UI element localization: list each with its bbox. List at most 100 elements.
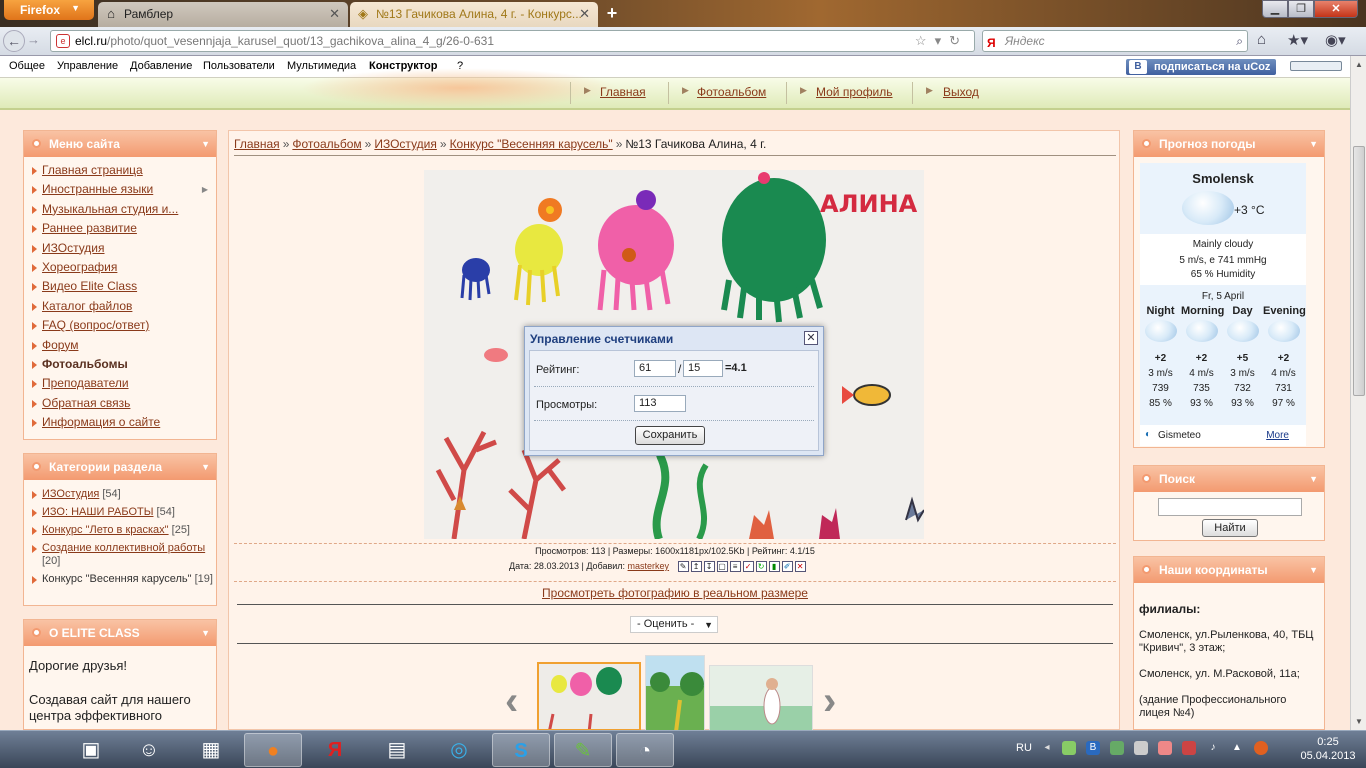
category-item[interactable]: Конкурс "Лето в красках" [25] bbox=[24, 524, 216, 537]
scroll-down-icon[interactable]: ▼ bbox=[1355, 717, 1363, 726]
rating-votes-input[interactable]: 15 bbox=[683, 360, 723, 377]
refresh-icon[interactable]: ↻ bbox=[755, 561, 767, 573]
chevron-down-icon[interactable]: ▼ bbox=[1309, 466, 1318, 492]
menu-item-art-studio[interactable]: ИЗОстудия bbox=[24, 239, 216, 258]
menu-item-feedback[interactable]: Обратная связь bbox=[24, 394, 216, 413]
category-item[interactable]: Создание коллективной работы [20] bbox=[24, 542, 216, 568]
yandex-icon[interactable]: Я bbox=[306, 733, 364, 767]
minimize-button[interactable]: ▁ bbox=[1262, 0, 1288, 18]
back-button[interactable]: ← bbox=[3, 30, 25, 52]
new-tab-button[interactable]: + bbox=[601, 4, 623, 24]
bookmark-star-icon[interactable]: ☆ bbox=[915, 33, 935, 48]
menu-item-site-info[interactable]: Информация о сайте bbox=[24, 413, 216, 432]
menu-item-label[interactable]: Каталог файлов bbox=[42, 299, 132, 313]
menu-item-label[interactable]: Главная страница bbox=[42, 163, 143, 177]
weather-more-link[interactable]: More bbox=[1266, 430, 1289, 441]
scroll-up-icon[interactable]: ▲ bbox=[1355, 60, 1363, 69]
ucoz-menu-general[interactable]: Общее bbox=[9, 60, 45, 72]
menu-item-home[interactable]: Главная страница bbox=[24, 161, 216, 180]
skype-icon[interactable]: S bbox=[492, 733, 550, 767]
author-link[interactable]: masterkey bbox=[628, 561, 670, 571]
volume-icon[interactable]: ♪ bbox=[1206, 741, 1220, 755]
views-input[interactable]: 113 bbox=[634, 395, 686, 412]
chevron-down-icon[interactable]: ▼ bbox=[201, 454, 210, 480]
vk-tray-icon[interactable]: B bbox=[1086, 741, 1100, 755]
category-item[interactable]: ИЗО: НАШИ РАБОТЫ [54] bbox=[24, 506, 216, 519]
menu-item-photoalbums[interactable]: Фотоальбомы bbox=[24, 355, 216, 374]
tray-app-icon[interactable] bbox=[1110, 741, 1124, 755]
tray-app-icon[interactable] bbox=[1254, 741, 1268, 755]
menu-item-label[interactable]: ИЗОстудия bbox=[42, 241, 105, 255]
search-icon[interactable]: ⌕ bbox=[1236, 31, 1243, 51]
category-item[interactable]: ИЗОстудия [54] bbox=[24, 488, 216, 501]
scrollbar-thumb[interactable] bbox=[1353, 146, 1365, 396]
language-indicator[interactable]: RU bbox=[1016, 742, 1032, 754]
weather-provider[interactable]: Gismeteo bbox=[1158, 430, 1201, 441]
maximize-button[interactable]: ❐ bbox=[1288, 0, 1314, 18]
nav-home[interactable]: Главная bbox=[600, 85, 646, 99]
category-item[interactable]: Конкурс "Весенняя карусель" [19] bbox=[24, 573, 216, 586]
window-close-button[interactable]: ✕ bbox=[1314, 0, 1358, 18]
menu-item-faq[interactable]: FAQ (вопрос/ответ) bbox=[24, 316, 216, 335]
rate-select[interactable]: - Оценить - ▼ bbox=[630, 616, 718, 633]
url-actions[interactable]: ☆▾↻ bbox=[915, 31, 968, 51]
prev-arrow-icon[interactable]: ‹ bbox=[505, 681, 518, 721]
ucoz-menu-manage[interactable]: Управление bbox=[57, 60, 118, 72]
nav-photoalbum[interactable]: Фотоальбом bbox=[697, 85, 766, 99]
addon-icon[interactable]: ◉▾ bbox=[1325, 31, 1346, 49]
delete-icon[interactable]: ✕ bbox=[794, 561, 806, 573]
firefox-icon[interactable]: ● bbox=[244, 733, 302, 767]
move-icon[interactable]: ↥ bbox=[690, 561, 702, 573]
bookmarks-icon[interactable]: ★▾ bbox=[1287, 31, 1308, 49]
ucoz-menu-users[interactable]: Пользователи bbox=[203, 60, 275, 72]
menu-item-forum[interactable]: Форум bbox=[24, 336, 216, 355]
tray-app-icon[interactable] bbox=[1062, 741, 1076, 755]
close-icon[interactable]: ✕ bbox=[804, 331, 818, 345]
breadcrumb-home[interactable]: Главная bbox=[234, 137, 280, 151]
close-icon[interactable]: ✕ bbox=[579, 6, 590, 22]
menu-item-early-dev[interactable]: Раннее развитие bbox=[24, 219, 216, 238]
menu-item-languages[interactable]: Иностранные языки ▶ bbox=[24, 180, 216, 199]
camera-icon[interactable]: ▣ bbox=[62, 733, 120, 767]
apple-icon[interactable] bbox=[4, 733, 62, 767]
breadcrumb-photoalbum[interactable]: Фотоальбом bbox=[292, 137, 361, 151]
next-arrow-icon[interactable]: › bbox=[823, 681, 836, 721]
category-label[interactable]: ИЗО: НАШИ РАБОТЫ bbox=[42, 506, 153, 518]
chart-icon[interactable]: ▮ bbox=[768, 561, 780, 573]
breadcrumb-art-studio[interactable]: ИЗОстудия bbox=[374, 137, 437, 151]
subscribe-button[interactable]: Bподписаться на uCoz bbox=[1126, 59, 1276, 75]
tray-app-icon[interactable] bbox=[1158, 741, 1172, 755]
thumbnail[interactable] bbox=[709, 665, 813, 731]
address-bar[interactable]: e elcl.ru/photo/quot_vesennjaja_karusel_… bbox=[50, 30, 975, 52]
thumbnail[interactable] bbox=[645, 655, 705, 731]
finder-icon[interactable]: ☺ bbox=[120, 733, 178, 767]
chevron-down-icon[interactable]: ▾ bbox=[935, 33, 950, 48]
clock[interactable]: 0:25 05.04.2013 bbox=[1298, 735, 1358, 763]
nav-profile[interactable]: Мой профиль bbox=[816, 85, 893, 99]
video-icon[interactable]: ▤ bbox=[368, 733, 426, 767]
close-icon[interactable]: ✕ bbox=[329, 6, 340, 22]
dashboard-icon[interactable]: ◔ bbox=[616, 733, 674, 767]
firefox-menu-button[interactable]: Firefox ▼ bbox=[4, 0, 94, 20]
menu-item-label[interactable]: Преподаватели bbox=[42, 376, 129, 390]
copy-icon[interactable]: ▢ bbox=[716, 561, 728, 573]
menu-item-label[interactable]: Иностранные языки bbox=[42, 182, 153, 196]
chevron-down-icon[interactable]: ▼ bbox=[1309, 557, 1318, 583]
stats-icon[interactable]: ≡ bbox=[729, 561, 741, 573]
menu-item-label[interactable]: Раннее развитие bbox=[42, 221, 137, 235]
tab-current[interactable]: ◈ №13 Гачикова Алина, 4 г. - Конкурс... … bbox=[350, 2, 598, 27]
menu-item-label[interactable]: Музыкальная студия и... bbox=[42, 202, 178, 216]
page-scrollbar[interactable]: ▲ ▼ bbox=[1350, 56, 1366, 730]
chevron-down-icon[interactable]: ▼ bbox=[1309, 131, 1318, 157]
search-bar[interactable]: Я Яндекс ⌕ bbox=[982, 30, 1248, 52]
category-label[interactable]: Конкурс "Весенняя карусель" bbox=[42, 573, 192, 585]
menu-item-label[interactable]: Видео Elite Class bbox=[42, 279, 137, 293]
reload-icon[interactable]: ↻ bbox=[949, 33, 968, 48]
tab-rambler[interactable]: ⌂ Рамблер ✕ bbox=[98, 2, 348, 27]
tray-app-icon[interactable] bbox=[1134, 741, 1148, 755]
menu-item-label[interactable]: Информация о сайте bbox=[42, 415, 160, 429]
menu-item-label[interactable]: Фотоальбомы bbox=[42, 357, 128, 371]
forward-button[interactable]: → bbox=[27, 32, 40, 47]
save-button[interactable]: Сохранить bbox=[635, 426, 705, 445]
tray-app-icon[interactable] bbox=[1182, 741, 1196, 755]
